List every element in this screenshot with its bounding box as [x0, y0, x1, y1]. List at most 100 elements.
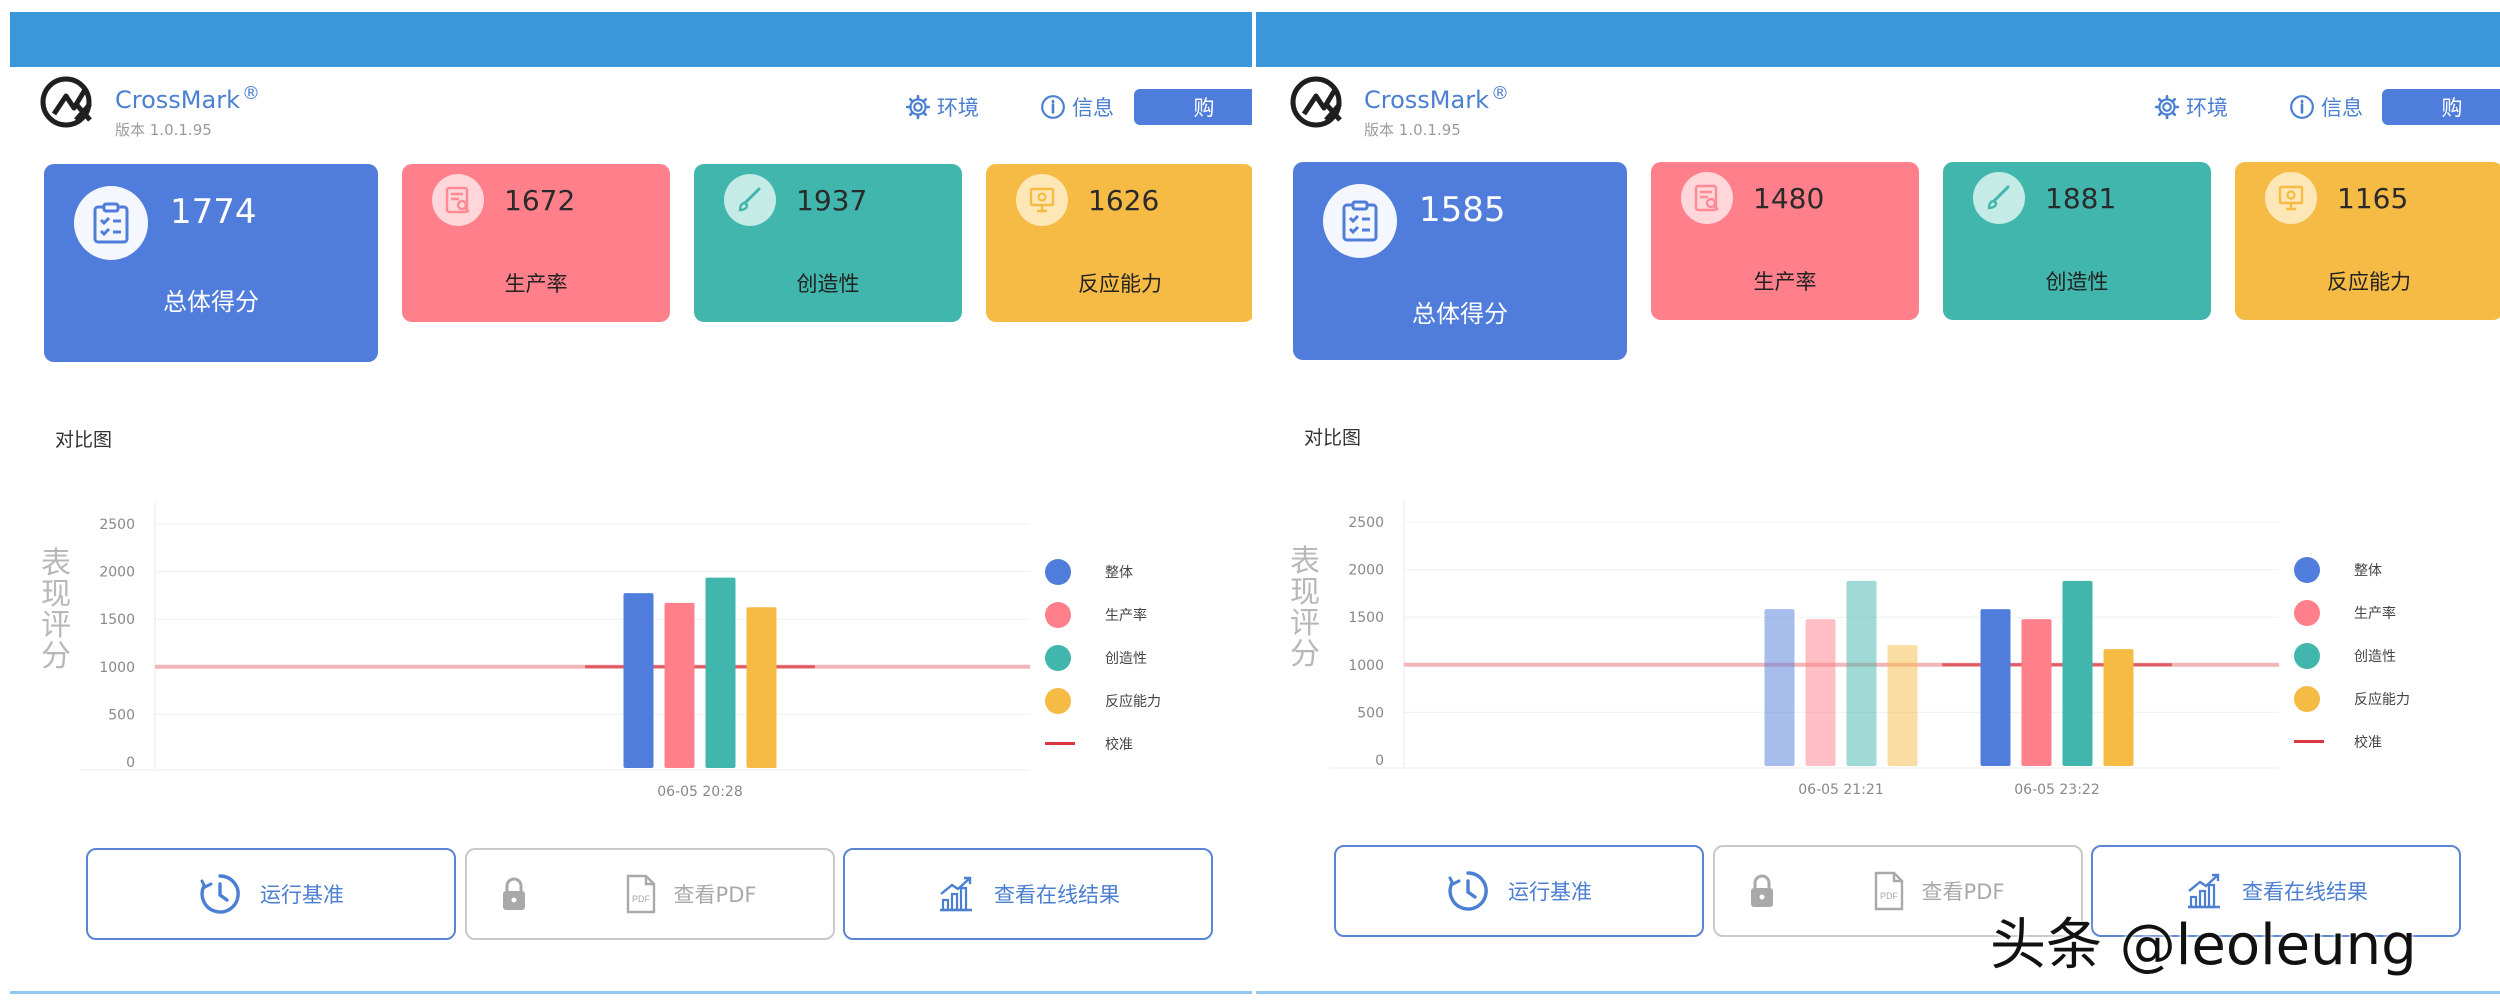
- bar-responsiveness: [1887, 645, 1918, 766]
- gear-icon: [905, 94, 931, 120]
- presentation-board-icon: [1029, 187, 1055, 213]
- productivity-label: 生产率: [504, 272, 568, 296]
- x-tick-label: 06-05 21:21: [1798, 782, 1883, 798]
- clipboard-icon: [1342, 200, 1378, 242]
- bar-overall: [1764, 609, 1795, 766]
- y-tick-label: 2500: [1348, 515, 1384, 531]
- comparison-chart-title: 对比图: [55, 429, 113, 451]
- creativity-label: 创造性: [796, 272, 860, 296]
- pdf-file-icon: PDF: [1874, 871, 1903, 911]
- buy-button[interactable]: 购: [1134, 89, 1252, 125]
- creativity-score: 1881: [2045, 182, 2117, 215]
- result-panel-left: CrossMark ® 版本 1.0.1.95 环境 信息 购 1774 总体得分…: [0, 0, 1252, 1000]
- run-benchmark-button[interactable]: 运行基准: [86, 848, 456, 940]
- environment-button[interactable]: 环境: [2154, 92, 2228, 122]
- legend-item-productivity: 生产率: [2294, 591, 2410, 634]
- legend-item-overall: 整体: [1045, 550, 1161, 593]
- overall-score-card: 1585 总体得分: [1293, 162, 1627, 360]
- info-button[interactable]: 信息: [1040, 92, 1114, 122]
- title-bar: [1256, 12, 2500, 67]
- lock-icon: [503, 877, 525, 910]
- y-tick-label: 1500: [99, 612, 135, 628]
- buy-button[interactable]: 购: [2382, 89, 2500, 125]
- responsiveness-label: 反应能力: [1078, 272, 1162, 296]
- run-benchmark-button[interactable]: 运行基准: [1334, 845, 1704, 937]
- info-icon: [2290, 95, 2314, 119]
- y-tick-label: 500: [108, 707, 135, 723]
- bar-creativity: [2062, 580, 2093, 766]
- app-name: CrossMark ®: [115, 83, 260, 114]
- svg-text:PDF: PDF: [1880, 891, 1899, 901]
- creativity-score: 1937: [796, 184, 868, 217]
- legend-item-creativity: 创造性: [1045, 636, 1161, 679]
- result-panel-right: CrossMark ® 版本 1.0.1.95 环境 信息 购 1585 总体得分…: [1252, 0, 2500, 1000]
- creativity-label: 创造性: [2045, 270, 2109, 294]
- clock-history-icon: [1448, 871, 1488, 911]
- view-online-results-button[interactable]: 查看在线结果: [843, 848, 1213, 940]
- overall-score-card: 1774 总体得分: [44, 164, 378, 362]
- brush-icon: [738, 187, 761, 212]
- x-tick-label: 06-05 20:28: [657, 784, 742, 800]
- info-icon: [1041, 95, 1065, 119]
- legend-item-productivity: 生产率: [1045, 593, 1161, 636]
- comparison-chart: 0 500 1000 1500 2000 2500 06-05 21:21 06-05 23:…: [1329, 500, 2279, 798]
- watermark: 头条 @leoleung: [1990, 913, 2417, 978]
- productivity-score-card: 1672 生产率: [402, 164, 670, 322]
- app-version: 版本 1.0.1.95: [1364, 121, 1461, 139]
- legend-item-calibration: 校准: [2294, 720, 2410, 763]
- responsiveness-score: 1165: [2337, 182, 2409, 215]
- y-tick-label: 1000: [99, 660, 135, 676]
- document-search-icon: [445, 186, 470, 214]
- legend-item-responsiveness: 反应能力: [1045, 679, 1161, 722]
- y-tick-label: 1000: [1348, 658, 1384, 674]
- bar-overall: [1980, 609, 2011, 766]
- growth-chart-icon: [940, 876, 972, 912]
- bar-creativity: [1846, 580, 1877, 766]
- bar-overall: [623, 593, 654, 768]
- presentation-board-icon: [2278, 185, 2304, 211]
- comparison-chart: 0 500 1000 1500 2000 2500 06-05 20:28: [80, 502, 1030, 800]
- overall-score-label: 总体得分: [1412, 300, 1508, 328]
- chart-legend: 整体 生产率 创造性 反应能力 校准: [2294, 548, 2410, 763]
- clipboard-icon: [93, 202, 129, 244]
- productivity-score-card: 1480 生产率: [1651, 162, 1919, 320]
- x-tick-label: 06-05 23:22: [2014, 782, 2099, 798]
- gear-icon: [2154, 94, 2180, 120]
- responsiveness-score-card: 1626 反应能力: [986, 164, 1252, 322]
- document-search-icon: [1694, 184, 1719, 212]
- creativity-score-card: 1937 创造性: [694, 164, 962, 322]
- info-button[interactable]: 信息: [2289, 92, 2363, 122]
- brush-icon: [1987, 185, 2010, 210]
- y-tick-label: 2000: [99, 565, 135, 581]
- comparison-chart-title: 对比图: [1304, 427, 1362, 449]
- legend-item-creativity: 创造性: [2294, 634, 2410, 677]
- pdf-file-icon: PDF: [626, 874, 655, 914]
- responsiveness-score-card: 1165 反应能力: [2235, 162, 2500, 320]
- overall-score: 1774: [170, 192, 257, 232]
- legend-item-calibration: 校准: [1045, 722, 1161, 765]
- y-tick-label: 0: [126, 755, 135, 771]
- app-version: 版本 1.0.1.95: [115, 121, 212, 139]
- crossmark-logo-icon: [1290, 76, 1342, 128]
- bar-productivity: [664, 602, 695, 768]
- overall-score-label: 总体得分: [163, 288, 259, 316]
- chart-legend: 整体 生产率 创造性 反应能力 校准: [1045, 550, 1161, 765]
- lock-icon: [1751, 874, 1773, 907]
- svg-text:PDF: PDF: [632, 894, 651, 904]
- y-tick-label: 500: [1357, 705, 1384, 721]
- bar-productivity: [2021, 619, 2052, 766]
- view-pdf-button[interactable]: PDF 查看PDF: [465, 848, 835, 940]
- bar-creativity: [705, 577, 736, 768]
- y-tick-label: 1500: [1348, 610, 1384, 626]
- title-bar: [10, 12, 1252, 67]
- creativity-score-card: 1881 创造性: [1943, 162, 2211, 320]
- productivity-label: 生产率: [1753, 270, 1817, 294]
- crossmark-logo-icon: [40, 76, 92, 128]
- clock-history-icon: [200, 874, 240, 914]
- environment-button[interactable]: 环境: [905, 92, 979, 122]
- y-tick-label: 0: [1375, 753, 1384, 769]
- bar-responsiveness: [746, 607, 777, 768]
- bar-productivity: [1805, 619, 1836, 766]
- productivity-score: 1480: [1753, 182, 1825, 215]
- responsiveness-label: 反应能力: [2327, 270, 2411, 294]
